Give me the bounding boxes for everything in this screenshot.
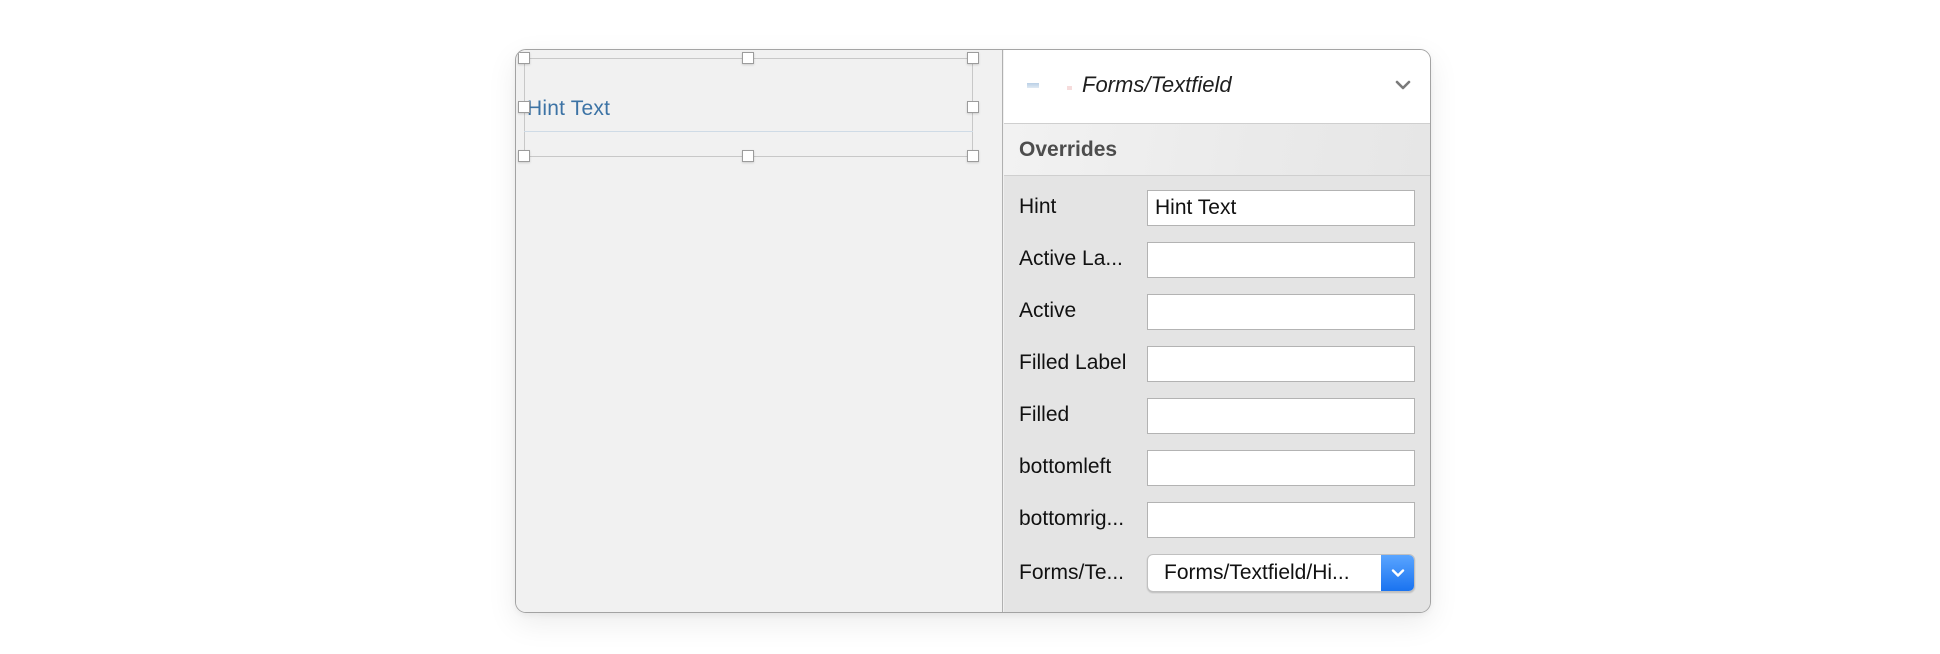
override-input-active[interactable] [1147, 294, 1415, 330]
override-row-filled: Filled [1004, 398, 1430, 434]
override-input-bottomleft[interactable] [1147, 450, 1415, 486]
override-row-bottomleft: bottomleft [1004, 450, 1430, 486]
override-label: Filled Label [1019, 351, 1127, 374]
textfield-hint-text: Hint Text [527, 97, 611, 120]
override-row-symbol: Forms/Te... Forms/Textfield/Hi... [1004, 554, 1430, 592]
override-label: Filled [1019, 403, 1070, 426]
override-label: Active La... [1019, 247, 1123, 270]
inspector-panel: Forms/Textfield Overrides Hint Active La… [1004, 50, 1430, 612]
collapse-chevron-button[interactable] [1392, 74, 1414, 96]
resize-handle-middle-left[interactable] [518, 101, 530, 113]
override-row-active-label: Active La... [1004, 242, 1430, 278]
chevron-down-icon [1395, 80, 1411, 90]
override-input-bottomright[interactable] [1147, 502, 1415, 538]
overrides-section-header: Overrides [1004, 124, 1430, 176]
override-row-bottomright: bottomrig... [1004, 502, 1430, 538]
resize-handle-top-center[interactable] [742, 52, 754, 64]
symbol-name: Forms/Textfield [1082, 72, 1232, 97]
override-input-hint[interactable] [1147, 190, 1415, 226]
override-label: bottomleft [1019, 455, 1112, 478]
chevron-down-icon [1391, 569, 1404, 577]
select-arrow-button[interactable] [1381, 555, 1414, 591]
symbol-header: Forms/Textfield [1004, 50, 1430, 124]
override-input-filled[interactable] [1147, 398, 1415, 434]
override-row-filled-label: Filled Label [1004, 346, 1430, 382]
resize-handle-bottom-center[interactable] [742, 150, 754, 162]
resize-handle-top-right[interactable] [967, 52, 979, 64]
symbol-thumbnail-accent-icon [1067, 86, 1072, 90]
resize-handle-top-left[interactable] [518, 52, 530, 64]
canvas-area[interactable]: Hint Text [516, 50, 1003, 612]
select-value: Forms/Textfield/Hi... [1164, 561, 1350, 584]
resize-handle-bottom-left[interactable] [518, 150, 530, 162]
override-label: bottomrig... [1019, 507, 1125, 530]
textfield-underline [524, 131, 973, 132]
override-row-hint: Hint [1004, 190, 1430, 226]
override-row-active: Active [1004, 294, 1430, 330]
resize-handle-middle-right[interactable] [967, 101, 979, 113]
override-input-active-label[interactable] [1147, 242, 1415, 278]
resize-handle-bottom-right[interactable] [967, 150, 979, 162]
override-label: Forms/Te... [1019, 561, 1125, 584]
overrides-title: Overrides [1019, 138, 1118, 161]
symbol-overrides-window: Hint Text Forms/Textfield Overrides Hint [515, 49, 1431, 613]
symbol-override-select[interactable]: Forms/Textfield/Hi... [1147, 554, 1415, 592]
override-label: Active [1019, 299, 1077, 322]
override-input-filled-label[interactable] [1147, 346, 1415, 382]
override-label: Hint [1019, 195, 1057, 218]
symbol-thumbnail-icon [1027, 83, 1039, 88]
